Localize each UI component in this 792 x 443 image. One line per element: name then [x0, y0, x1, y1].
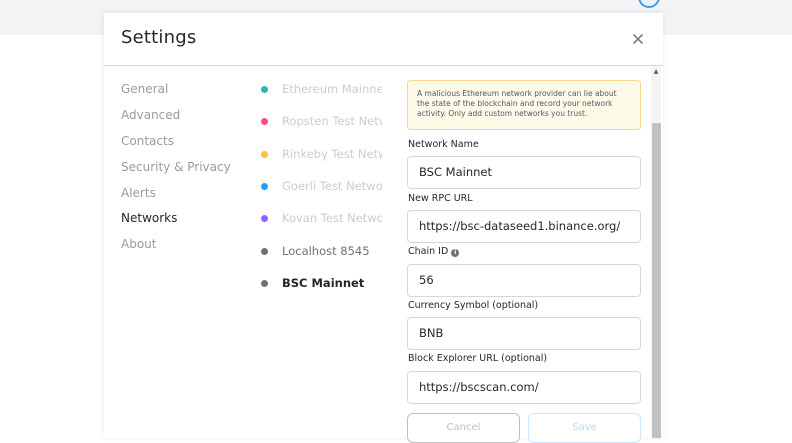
sidebar-item-about[interactable]: About	[121, 237, 156, 251]
sidebar-item-contacts[interactable]: Contacts	[121, 134, 174, 148]
block-explorer-input[interactable]: https://bscscan.com/	[407, 371, 641, 404]
network-item-ethereum-mainnet[interactable]: Ethereum Mainnet...	[261, 82, 401, 98]
modal-title: Settings	[121, 27, 197, 48]
close-icon[interactable]	[630, 31, 646, 47]
network-item-label: BSC Mainnet	[282, 276, 365, 290]
rpc-url-label: New RPC URL	[408, 193, 473, 204]
network-item-ropsten[interactable]: Ropsten Test Netw...	[261, 114, 401, 130]
network-item-goerli[interactable]: Goerli Test Networ...	[261, 179, 401, 195]
rpc-url-input[interactable]: https://bsc-dataseed1.binance.org/	[407, 210, 641, 243]
network-item-label: Localhost 8545	[282, 244, 370, 258]
info-icon[interactable]: i	[451, 249, 460, 257]
network-item-label: Rinkeby Test Netw...	[282, 147, 382, 161]
settings-modal: Settings General Advanced Contacts Secur…	[104, 13, 663, 443]
block-explorer-label: Block Explorer URL (optional)	[408, 353, 548, 364]
network-item-kovan[interactable]: Kovan Test Networ...	[261, 211, 401, 227]
cancel-button[interactable]: Cancel	[407, 413, 520, 443]
network-color-dot	[261, 183, 268, 190]
network-item-rinkeby[interactable]: Rinkeby Test Netw...	[261, 147, 401, 163]
scrollbar-thumb[interactable]	[652, 123, 661, 438]
network-item-label: Goerli Test Networ...	[282, 179, 382, 193]
network-item-label: Kovan Test Networ...	[282, 211, 382, 225]
modal-header: Settings	[104, 13, 663, 66]
network-item-bsc-mainnet[interactable]: BSC Mainnet	[261, 276, 401, 292]
network-color-dot	[261, 215, 268, 222]
warning-message: A malicious Ethereum network provider ca…	[407, 80, 641, 130]
chain-id-input[interactable]: 56	[407, 264, 641, 297]
network-name-label: Network Name	[408, 139, 479, 150]
network-color-dot	[261, 280, 268, 287]
chain-id-label: Chain ID	[408, 246, 449, 257]
currency-symbol-input[interactable]: BNB	[407, 317, 641, 350]
sidebar-item-general[interactable]: General	[121, 82, 168, 96]
currency-symbol-label: Currency Symbol (optional)	[408, 300, 539, 311]
sidebar-item-advanced[interactable]: Advanced	[121, 108, 180, 122]
network-color-dot	[261, 248, 268, 255]
sidebar-item-alerts[interactable]: Alerts	[121, 186, 156, 200]
network-name-input[interactable]: BSC Mainnet	[407, 156, 641, 189]
network-color-dot	[261, 151, 268, 158]
sidebar-item-security-privacy[interactable]: Security & Privacy	[121, 160, 231, 174]
network-color-dot	[261, 118, 268, 125]
network-color-dot	[261, 86, 268, 93]
chain-id-label-row: Chain ID i	[408, 246, 460, 257]
save-button[interactable]: Save	[528, 413, 641, 443]
sidebar-item-networks[interactable]: Networks	[121, 211, 177, 225]
network-item-localhost[interactable]: Localhost 8545	[261, 244, 401, 260]
network-item-label: Ethereum Mainnet...	[282, 82, 382, 96]
network-item-label: Ropsten Test Netw...	[282, 114, 382, 128]
scroll-up-arrow-icon[interactable]: ▲	[652, 68, 660, 76]
